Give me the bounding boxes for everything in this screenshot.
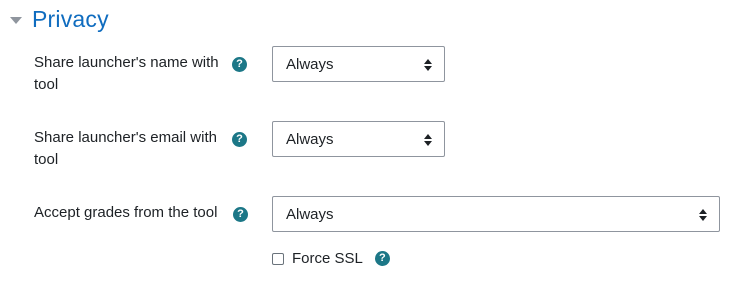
section-header[interactable]: Privacy <box>10 6 109 33</box>
force-ssl-label[interactable]: Force SSL <box>292 250 363 267</box>
privacy-section: Privacy Share launcher's name with tool … <box>0 0 738 282</box>
help-icon[interactable]: ? <box>233 207 248 222</box>
help-icon[interactable]: ? <box>232 57 247 72</box>
share-name-select[interactable]: Always <box>272 46 445 82</box>
share-email-select[interactable]: Always <box>272 121 445 157</box>
select-arrows-icon <box>424 58 432 72</box>
select-arrows-icon <box>699 208 707 222</box>
field-label-share-name: Share launcher's name with tool <box>34 54 219 93</box>
field-label-share-email: Share launcher's email with tool <box>34 129 217 168</box>
help-icon[interactable]: ? <box>374 251 390 266</box>
force-ssl-checkbox[interactable] <box>272 252 284 265</box>
select-arrows-icon <box>424 133 432 147</box>
help-icon[interactable]: ? <box>232 132 247 147</box>
accept-grades-select[interactable]: Always <box>272 196 720 232</box>
select-value: Always <box>286 55 334 73</box>
collapse-caret-icon[interactable] <box>10 17 22 24</box>
field-label-accept-grades: Accept grades from the tool <box>34 204 218 221</box>
force-ssl-row: Force SSL ? <box>272 250 390 267</box>
select-value: Always <box>286 205 334 223</box>
section-title: Privacy <box>32 6 109 32</box>
select-value: Always <box>286 130 334 148</box>
